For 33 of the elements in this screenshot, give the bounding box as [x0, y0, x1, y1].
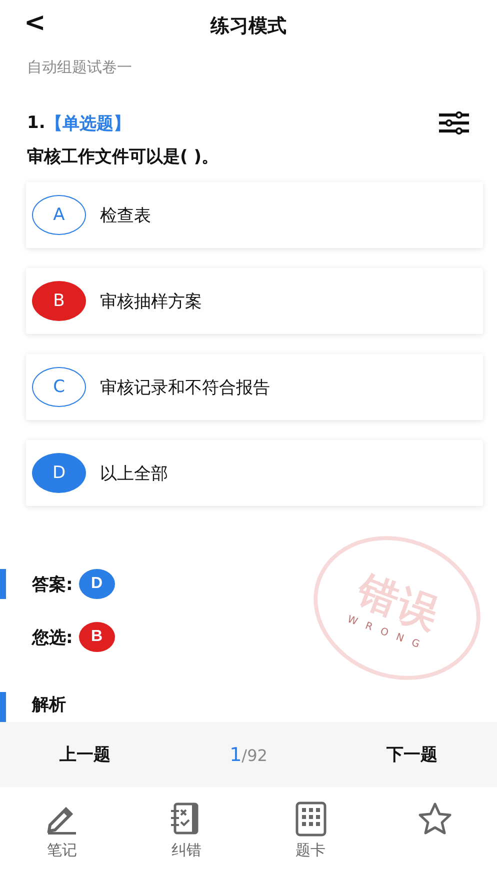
question-number: 1.	[27, 113, 46, 133]
option-letter: B	[32, 281, 86, 321]
tab-label: 笔记	[47, 841, 78, 860]
star-icon	[416, 801, 453, 837]
option-letter: C	[32, 367, 86, 407]
page-title: 练习模式	[210, 14, 286, 39]
option-card[interactable]: C 审核记录和不符合报告	[26, 354, 483, 420]
answer-label: 答案:	[32, 574, 73, 596]
option-letter: D	[32, 453, 86, 493]
analysis-title: 解析	[32, 694, 66, 716]
chosen-label: 您选:	[32, 626, 73, 648]
option-card[interactable]: B 审核抽样方案	[26, 268, 483, 334]
option-letter: A	[32, 195, 86, 235]
tab-label: 纠错	[171, 841, 202, 860]
tab-button[interactable]: 纠错	[124, 787, 248, 872]
question-type: 【单选题】	[45, 112, 130, 134]
option-card[interactable]: A 检查表	[26, 182, 483, 248]
next-button[interactable]: 下一题	[327, 742, 497, 767]
settings-icon[interactable]	[438, 111, 470, 135]
tab-button[interactable]: 笔记	[0, 787, 124, 872]
chosen-badge: B	[78, 622, 115, 652]
tab-button[interactable]: 题卡	[248, 787, 373, 872]
section-marker	[0, 692, 6, 722]
previous-button[interactable]: 上一题	[0, 742, 170, 767]
answer-badge: D	[78, 569, 115, 599]
question-text: 审核工作文件可以是( )。	[27, 146, 218, 168]
current-number: 1	[230, 744, 242, 766]
back-button[interactable]: <	[20, 8, 50, 38]
tab-label: 题卡	[296, 841, 326, 860]
paper-title: 自动组题试卷一	[27, 58, 132, 77]
option-card[interactable]: D 以上全部	[26, 440, 483, 506]
section-marker	[0, 569, 6, 599]
total-count: /92	[242, 746, 268, 764]
